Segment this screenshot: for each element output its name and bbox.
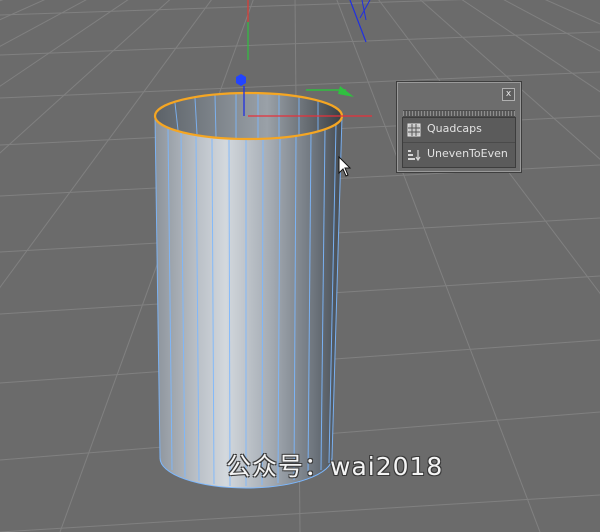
cylinder-object (153, 91, 344, 489)
floating-tool-palette[interactable]: x Quadcaps UnevenToEven (397, 82, 521, 172)
world-axis-lines (247, 0, 371, 60)
palette-drag-handle[interactable] (403, 110, 515, 117)
command-label: Quadcaps (427, 122, 482, 135)
grid-icon (407, 123, 421, 137)
watermark-text: 公众号：wai2018 (226, 452, 444, 481)
command-quadcaps[interactable]: Quadcaps (403, 118, 515, 143)
close-button[interactable]: x (502, 88, 515, 101)
y-axis-handle (338, 86, 354, 97)
command-label: UnevenToEven (427, 147, 508, 160)
palette-command-list: Quadcaps UnevenToEven (402, 117, 516, 168)
steps-icon (407, 148, 421, 162)
command-uneventoeven[interactable]: UnevenToEven (403, 143, 515, 167)
3d-viewport[interactable]: x Quadcaps UnevenToEven 公众号：wai2018 (0, 0, 600, 532)
z-axis-handle (236, 74, 246, 86)
